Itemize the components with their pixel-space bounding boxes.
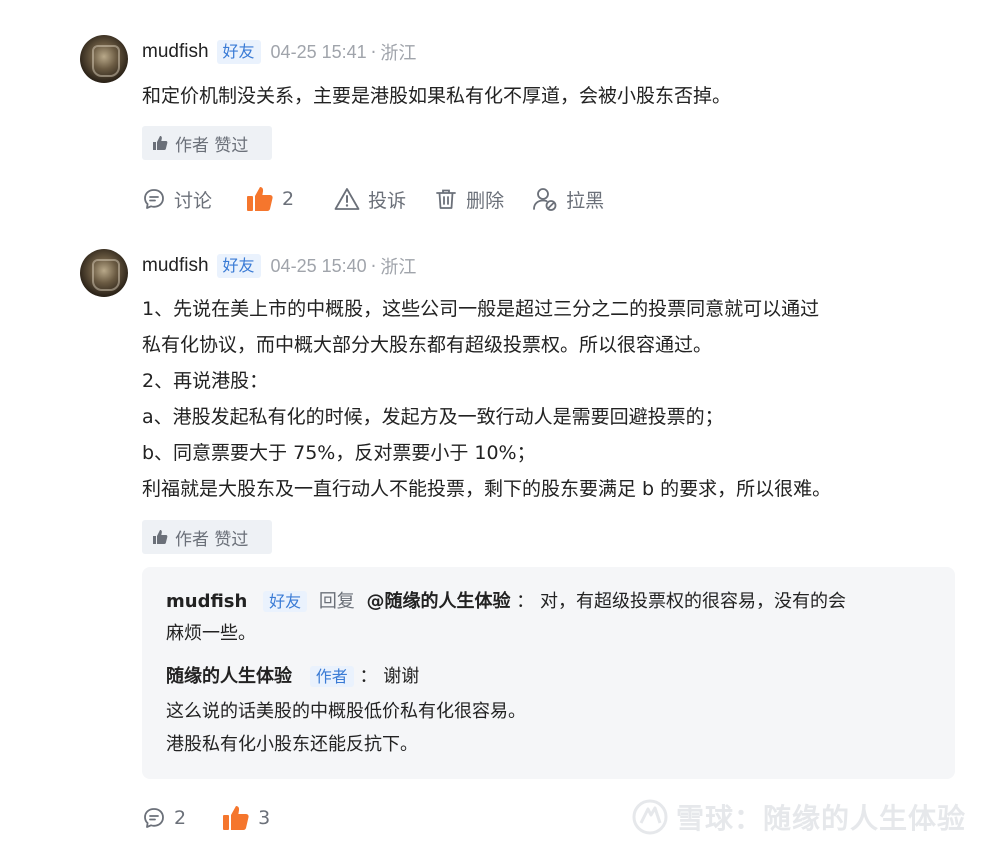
meta-separator: · [370, 41, 377, 63]
comment-line: 利福就是大股东及一直行动人不能投票，剩下的股东要满足 b 的要求，所以很难。 [142, 478, 832, 500]
comment-line: b、同意票要大于 75%，反对票要小于 10%； [142, 442, 536, 464]
reply-colon: ： [516, 591, 535, 612]
reply-item: mudfish 好友 回复 @随缘的人生体验 ： 对，有超级投票权的很容易，没有… [166, 587, 846, 617]
comment-icon [144, 189, 164, 209]
comment-text: 1、先说在美上市的中概股，这些公司一般是超过三分之二的投票同意就可以通过 私有化… [142, 291, 962, 507]
reply-mention[interactable]: @随缘的人生体验 [367, 591, 511, 612]
timestamp: 04-25 15:40 [270, 255, 367, 276]
comment-line: 1、先说在美上市的中概股，这些公司一般是超过三分之二的投票同意就可以通过 [142, 298, 820, 320]
reply-text-continued: 这么说的话美股的中概股低价私有化很容易。 [166, 701, 526, 722]
block-button[interactable]: 拉黑 [532, 186, 604, 213]
reply-item: 随缘的人生体验 作者 ： 谢谢 [166, 662, 419, 692]
username[interactable]: mudfish [142, 41, 209, 63]
report-label: 投诉 [368, 189, 407, 212]
thumbs-up-icon [247, 187, 273, 211]
like-button[interactable]: 2 [246, 186, 294, 212]
avatar[interactable] [80, 249, 128, 297]
author-liked-badge: 作者 赞过 [142, 520, 272, 554]
comment-actions: 2 3 [142, 803, 270, 833]
report-button[interactable]: 投诉 [334, 186, 406, 213]
comment-line: 私有化协议，而中概大部分大股东都有超级投票权。所以很容通过。 [142, 334, 713, 356]
reply-username[interactable]: mudfish [166, 591, 247, 612]
trash-icon [436, 189, 457, 209]
comment-meta: mudfish 好友 04-25 15:41 · 浙江 [142, 38, 416, 66]
watermark-text: 雪球：随缘的人生体验 [676, 802, 967, 835]
warning-icon [334, 188, 360, 210]
like-count: 2 [282, 188, 295, 210]
discuss-button[interactable]: 讨论 [142, 186, 212, 213]
username[interactable]: mudfish [142, 255, 209, 277]
reply-text: 对，有超级投票权的很容易，没有的会 [540, 591, 847, 612]
avatar[interactable] [80, 35, 128, 83]
reply-text-continued: 麻烦一些。 [166, 623, 256, 644]
like-count: 3 [258, 807, 271, 829]
reply-thread: mudfish 好友 回复 @随缘的人生体验 ： 对，有超级投票权的很容易，没有… [142, 567, 955, 779]
author-liked-label: 作者 赞过 [175, 529, 249, 550]
friend-badge: 好友 [263, 591, 308, 612]
like-button[interactable]: 3 [222, 805, 270, 831]
comment-line: 2、再说港股： [142, 370, 269, 392]
reply-username[interactable]: 随缘的人生体验 [166, 666, 292, 687]
location: 浙江 [380, 43, 417, 64]
comment-text: 和定价机制没关系，主要是港股如果私有化不厚道，会被小股东否掉。 [142, 78, 962, 114]
author-liked-label: 作者 赞过 [175, 135, 249, 156]
delete-label: 删除 [466, 189, 505, 212]
comment-actions: 讨论 2 投诉 删除 拉黑 [142, 184, 604, 214]
meta-separator: · [370, 255, 377, 277]
comment-meta: mudfish 好友 04-25 15:40 · 浙江 [142, 252, 416, 280]
thumbs-up-icon [153, 530, 168, 544]
reply-text-continued: 港股私有化小股东还能反抗下。 [166, 734, 418, 755]
friend-badge: 好友 [216, 40, 261, 64]
author-liked-badge: 作者 赞过 [142, 126, 272, 160]
watermark: 雪球：随缘的人生体验 [632, 796, 966, 838]
comment-icon [144, 808, 164, 828]
reply-text: 谢谢 [383, 666, 420, 687]
thumbs-up-icon [223, 806, 249, 830]
block-user-icon [533, 188, 557, 211]
reply-word: 回复 [318, 591, 355, 612]
timestamp: 04-25 15:41 [270, 41, 367, 62]
thumbs-up-icon [153, 136, 168, 150]
location: 浙江 [380, 257, 417, 278]
comment-line: 和定价机制没关系，主要是港股如果私有化不厚道，会被小股东否掉。 [142, 85, 732, 107]
comment-line: a、港股发起私有化的时候，发起方及一致行动人是需要回避投票的； [142, 406, 724, 428]
snowball-logo-icon [632, 799, 668, 835]
block-label: 拉黑 [566, 189, 605, 212]
friend-badge: 好友 [216, 254, 261, 278]
reply-colon: ： [359, 666, 378, 687]
discuss-button[interactable]: 2 [142, 806, 186, 830]
delete-button[interactable]: 删除 [434, 186, 504, 213]
discuss-count: 2 [174, 807, 187, 829]
author-badge: 作者 [309, 666, 354, 687]
discuss-label: 讨论 [174, 189, 213, 212]
